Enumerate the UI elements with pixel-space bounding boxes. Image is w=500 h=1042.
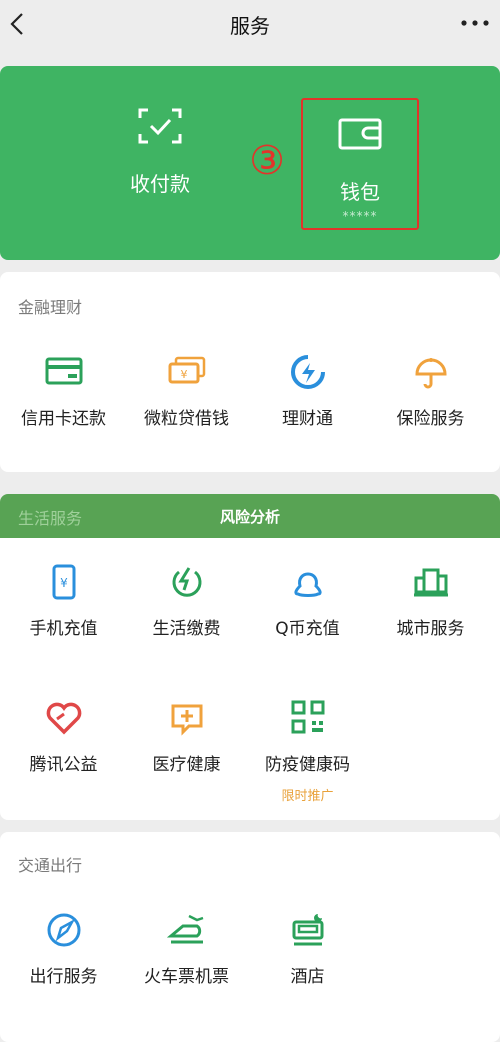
banner-text: 风险分析 <box>219 508 280 526</box>
credit-card-icon <box>45 357 82 385</box>
wealth-icon <box>290 355 325 389</box>
charity-heart-icon <box>46 702 81 735</box>
insurance-icon <box>414 358 447 389</box>
service-label: 腾讯公益 <box>29 755 98 775</box>
service-label: 生活缴费 <box>152 619 221 639</box>
service-qq-coin[interactable]: Q币充值 <box>245 564 370 639</box>
service-medical[interactable]: 医疗健康 <box>124 700 249 775</box>
qq-coin-icon <box>293 572 322 597</box>
travel-section: 交通出行 出行服务 火车票机票 酒店 <box>0 832 500 1042</box>
finance-section: 金融理财 信用卡还款 ¥ 微粒贷借钱 理财通 保险服务 <box>0 272 500 472</box>
service-city[interactable]: 城市服务 <box>368 564 493 639</box>
svg-text:¥: ¥ <box>180 368 187 381</box>
service-label: 医疗健康 <box>152 755 221 775</box>
service-label: 城市服务 <box>396 619 465 639</box>
service-label: 火车票机票 <box>144 967 229 987</box>
top-bar: 服务 <box>0 0 500 50</box>
hotel-bed-icon <box>292 914 323 946</box>
svg-text:¥: ¥ <box>60 576 68 590</box>
service-phone-topup[interactable]: ¥ 手机充值 <box>1 564 126 639</box>
service-tickets[interactable]: 火车票机票 <box>124 912 249 987</box>
scan-check-icon <box>138 108 182 144</box>
service-label: 信用卡还款 <box>21 409 106 429</box>
wallet-highlight-box <box>301 98 419 230</box>
service-label: 防疫健康码 <box>265 755 350 775</box>
service-charity[interactable]: 腾讯公益 <box>1 700 126 775</box>
service-label: 出行服务 <box>29 967 98 987</box>
qr-code-icon <box>291 700 324 734</box>
service-credit-card[interactable]: 信用卡还款 <box>1 354 126 429</box>
city-service-icon <box>413 568 448 597</box>
service-health-code[interactable]: 防疫健康码 限时推广 <box>245 700 370 804</box>
service-label: 微粒贷借钱 <box>144 409 229 429</box>
section-title: 交通出行 <box>18 856 83 875</box>
train-icon <box>166 914 203 944</box>
promo-badge: 限时推广 <box>281 789 334 804</box>
medical-icon <box>171 704 202 736</box>
more-dots-icon[interactable] <box>458 12 492 34</box>
service-wealth[interactable]: 理财通 <box>245 354 370 429</box>
loan-icon: ¥ <box>168 356 205 384</box>
step-marker: ③ <box>249 138 285 184</box>
service-label: 手机充值 <box>29 619 98 639</box>
service-insurance[interactable]: 保险服务 <box>368 354 493 429</box>
risk-analysis-banner: 生活服务 风险分析 <box>0 494 500 538</box>
section-title: 金融理财 <box>18 298 83 317</box>
service-bill-pay[interactable]: 生活缴费 <box>124 564 249 639</box>
phone-topup-icon: ¥ <box>52 564 75 600</box>
service-label: 保险服务 <box>396 409 465 429</box>
service-hotel[interactable]: 酒店 <box>245 912 370 987</box>
service-loan[interactable]: ¥ 微粒贷借钱 <box>124 354 249 429</box>
pay-receive-label: 收付款 <box>130 172 190 196</box>
pay-receive-button[interactable]: 收付款 <box>80 106 240 197</box>
service-travel[interactable]: 出行服务 <box>1 912 126 987</box>
compass-icon <box>47 913 80 947</box>
page-title: 服务 <box>230 14 270 38</box>
life-section: ¥ 手机充值 生活缴费 Q币充值 城市服务 腾讯公益 医疗健康 防疫健康码 限时… <box>0 494 500 820</box>
service-label: 理财通 <box>282 409 333 429</box>
bill-pay-icon <box>172 567 201 597</box>
service-label: 酒店 <box>290 967 325 987</box>
service-label: Q币充值 <box>275 619 340 639</box>
